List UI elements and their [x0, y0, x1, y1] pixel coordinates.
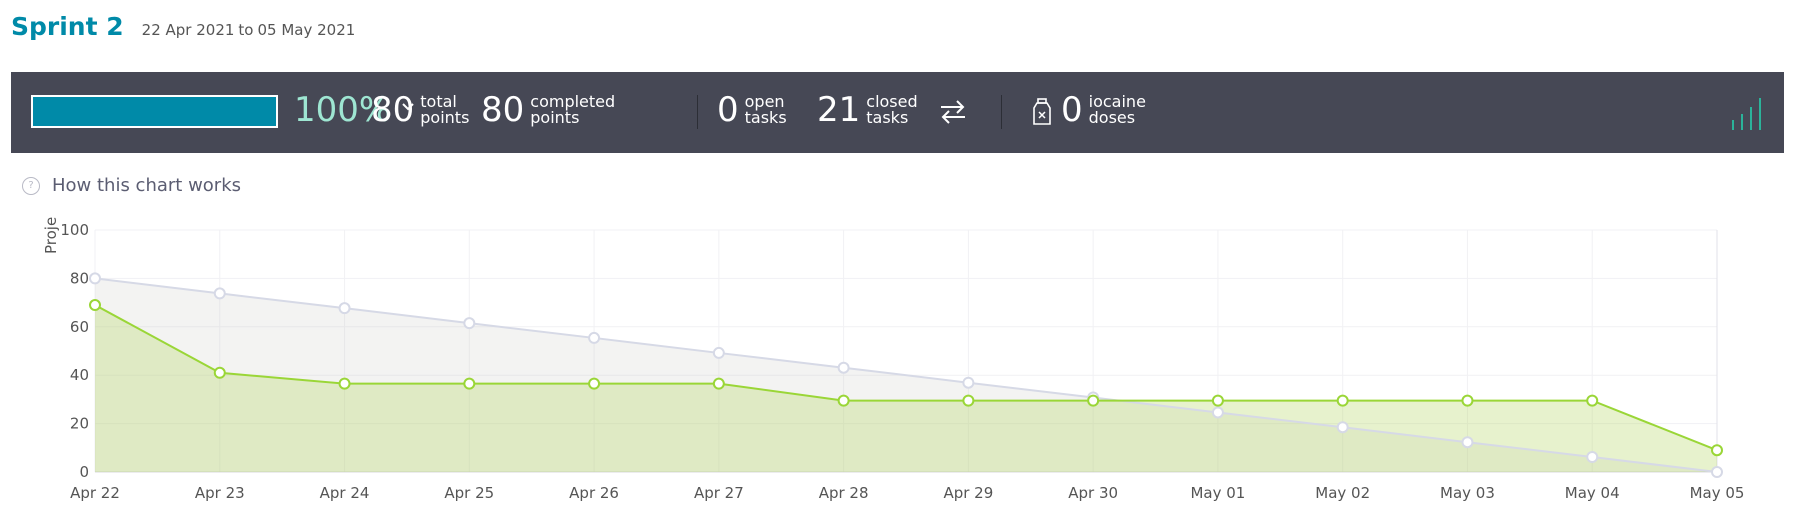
data-point-real	[1586, 394, 1599, 407]
completed-points-stat: 80 completed points	[481, 90, 615, 130]
iocaine-doses-value: 0	[1061, 90, 1083, 130]
sprint-stats-bar: 100% 80 total points 80 completed points 0…	[11, 72, 1784, 153]
sprint-end-date: 05 May 2021	[257, 21, 356, 39]
data-point-optimal	[1586, 450, 1599, 463]
iocaine-doses-stat: 0 iocaine doses	[1061, 90, 1146, 130]
data-point-real	[588, 377, 601, 390]
x-tick-label: May 02	[1315, 484, 1370, 502]
data-point-real	[1461, 394, 1474, 407]
data-point-optimal	[1461, 436, 1474, 449]
data-point-optimal	[1211, 406, 1224, 419]
completed-points-label-2: points	[530, 108, 580, 127]
data-point-real	[89, 299, 101, 312]
how-chart-works-link[interactable]: ? How this chart works	[22, 175, 241, 196]
data-point-real	[1336, 394, 1349, 407]
x-tick-label: Apr 30	[1068, 484, 1118, 502]
sprint-progress-fill	[33, 97, 276, 126]
y-tick-label: 0	[79, 463, 89, 481]
data-point-real	[1211, 394, 1224, 407]
total-points-label-2: points	[420, 108, 470, 127]
data-point-optimal	[1711, 466, 1723, 478]
how-chart-works-text: How this chart works	[52, 175, 242, 196]
open-tasks-value: 0	[717, 90, 739, 130]
data-point-real	[338, 377, 351, 390]
closed-tasks-label-2: tasks	[866, 108, 909, 127]
data-point-real	[213, 366, 226, 379]
data-point-optimal	[338, 302, 351, 315]
data-point-optimal	[588, 331, 601, 344]
open-tasks-label-2: tasks	[744, 108, 787, 127]
help-circle-icon: ?	[22, 176, 40, 195]
closed-tasks-value: 21	[817, 90, 861, 130]
data-point-optimal	[1336, 421, 1349, 434]
sprint-start-date: 22 Apr 2021	[141, 21, 235, 39]
y-tick-label: 40	[70, 366, 89, 384]
sprint-header: Sprint 2 22 Apr 2021 to 05 May 2021	[11, 12, 355, 41]
x-tick-label: May 05	[1690, 484, 1745, 502]
x-tick-label: May 03	[1440, 484, 1495, 502]
iocaine-flask-icon	[1033, 98, 1051, 125]
x-tick-label: Apr 28	[819, 484, 869, 502]
data-point-real	[712, 377, 725, 390]
signal-bars-icon[interactable]	[1729, 94, 1769, 130]
data-point-real	[463, 377, 476, 390]
x-tick-label: May 04	[1565, 484, 1620, 502]
sprint-progress-bar	[31, 95, 278, 128]
x-tick-label: Apr 24	[320, 484, 370, 502]
y-tick-label: 100	[60, 221, 89, 239]
data-point-real	[1087, 394, 1100, 407]
data-point-real	[1711, 444, 1723, 457]
stats-divider	[697, 95, 698, 129]
x-tick-label: Apr 27	[694, 484, 744, 502]
burndown-chart: 0 20 40 60 80 100 Apr 22 Apr 23 Apr 24 Apr 25 Apr …	[42, 217, 1745, 502]
data-point-optimal	[962, 376, 975, 389]
data-point-optimal	[837, 361, 850, 374]
sprint-dates: 22 Apr 2021 to 05 May 2021	[142, 21, 356, 39]
sprint-title: Sprint 2	[11, 12, 124, 41]
y-tick-label: 80	[70, 269, 89, 287]
data-point-optimal	[89, 272, 101, 285]
x-tick-label: Apr 22	[70, 484, 120, 502]
x-tick-label: May 01	[1190, 484, 1245, 502]
y-tick-label: 20	[70, 415, 89, 433]
stats-divider	[1001, 95, 1002, 129]
data-point-real	[837, 394, 850, 407]
data-point-optimal	[213, 287, 226, 300]
x-tick-label: Apr 26	[569, 484, 619, 502]
data-point-optimal	[463, 317, 476, 330]
x-tick-label: Apr 23	[195, 484, 245, 502]
closed-tasks-stat[interactable]: 21 closed tasks	[817, 90, 918, 130]
data-point-optimal	[712, 346, 725, 359]
y-axis-label: Proje	[42, 217, 60, 254]
completed-points-value: 80	[481, 90, 525, 130]
open-tasks-stat[interactable]: 0 open tasks	[717, 90, 787, 130]
data-point-real	[962, 394, 975, 407]
x-tick-label: Apr 29	[943, 484, 993, 502]
date-separator: to	[238, 21, 254, 39]
x-tick-label: Apr 25	[444, 484, 494, 502]
total-points-value: 80	[371, 90, 415, 130]
y-tick-label: 60	[70, 318, 89, 336]
iocaine-doses-label-2: doses	[1088, 108, 1136, 127]
total-points-stat: 80 total points	[371, 90, 469, 130]
swap-arrows-icon[interactable]	[938, 98, 968, 126]
